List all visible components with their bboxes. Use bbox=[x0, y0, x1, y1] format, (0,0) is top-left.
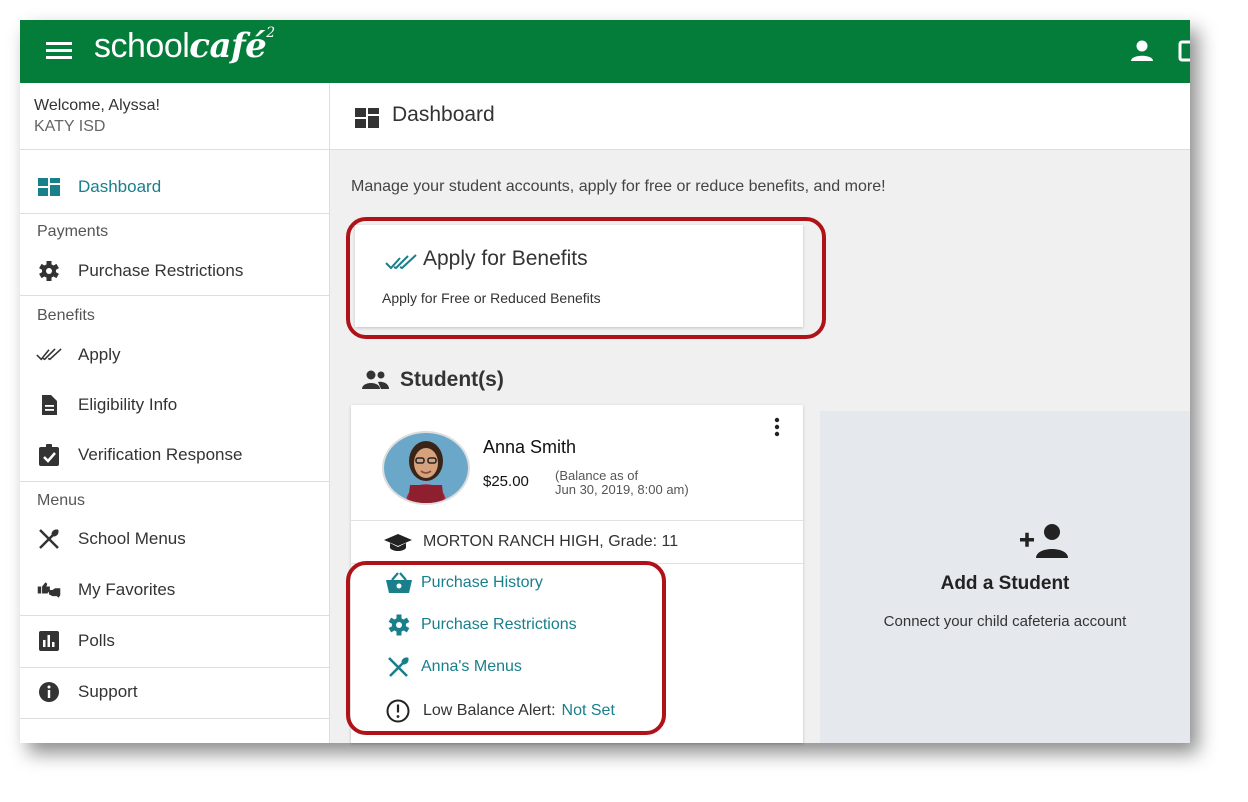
divider bbox=[20, 615, 329, 616]
top-bar: schoolcafé2 bbox=[20, 20, 1190, 83]
double-check-icon bbox=[385, 254, 417, 270]
sidebar-item-my-favorites[interactable]: My Favorites bbox=[20, 570, 329, 610]
student-balance: $25.00 bbox=[483, 473, 529, 490]
sidebar-item-label: My Favorites bbox=[78, 580, 176, 599]
student-card: Anna Smith $25.00 (Balance as of Jun 30,… bbox=[351, 405, 803, 743]
page-header: Dashboard bbox=[330, 83, 1190, 150]
add-student-subtitle: Connect your child cafeteria account bbox=[883, 613, 1127, 630]
sidebar-item-label: Eligibility Info bbox=[78, 395, 178, 414]
brand-text-styled: café bbox=[189, 26, 267, 66]
intro-text: Manage your student accounts, apply for … bbox=[351, 178, 886, 195]
divider bbox=[20, 149, 329, 150]
sidebar-item-purchase-restrictions[interactable]: Purchase Restrictions bbox=[20, 251, 329, 291]
school-info: MORTON RANCH HIGH, Grade: 11 bbox=[423, 533, 679, 550]
section-benefits: Benefits bbox=[37, 307, 95, 324]
card-subtitle: Apply for Free or Reduced Benefits bbox=[382, 290, 601, 306]
poll-icon bbox=[39, 631, 59, 651]
divider bbox=[20, 667, 329, 668]
add-person-icon bbox=[1020, 524, 1068, 558]
divider bbox=[351, 520, 803, 521]
utensils-icon bbox=[388, 657, 409, 677]
link-label: Anna's Menus bbox=[421, 658, 522, 675]
sidebar-item-apply[interactable]: Apply bbox=[20, 335, 329, 375]
sidebar-item-polls[interactable]: Polls bbox=[20, 621, 329, 661]
sidebar-item-label: Support bbox=[78, 682, 138, 701]
kebab-menu-icon[interactable] bbox=[771, 417, 783, 439]
exclamation-circle-icon bbox=[386, 699, 410, 723]
brand-mark: 2 bbox=[266, 24, 275, 41]
sidebar-item-school-menus[interactable]: School Menus bbox=[20, 519, 329, 559]
add-student-card[interactable]: Add a Student Connect your child cafeter… bbox=[820, 411, 1190, 743]
card-title: Apply for Benefits bbox=[423, 247, 588, 270]
basket-icon bbox=[386, 572, 412, 593]
sidebar-item-label: Verification Response bbox=[78, 445, 243, 464]
brand-text: school bbox=[94, 27, 190, 65]
people-icon bbox=[362, 370, 389, 389]
tablet-icon[interactable] bbox=[1178, 39, 1190, 63]
sidebar-item-label: School Menus bbox=[78, 529, 186, 548]
info-icon bbox=[39, 682, 59, 702]
alert-label: Low Balance Alert: bbox=[423, 702, 556, 719]
sidebar-item-dashboard[interactable]: Dashboard bbox=[20, 167, 329, 207]
sidebar-item-eligibility-info[interactable]: Eligibility Info bbox=[20, 385, 329, 425]
page-title: Dashboard bbox=[392, 103, 495, 126]
section-menus: Menus bbox=[37, 492, 86, 509]
divider bbox=[351, 563, 803, 564]
brand-logo[interactable]: schoolcafé2 bbox=[94, 24, 275, 66]
avatar[interactable] bbox=[382, 431, 470, 505]
document-icon bbox=[42, 395, 57, 415]
student-photo bbox=[384, 433, 468, 503]
balance-note: (Balance as of Jun 30, 2019, 8:00 am) bbox=[555, 469, 689, 497]
menu-icon[interactable] bbox=[46, 42, 72, 60]
divider bbox=[20, 213, 329, 214]
student-name: Anna Smith bbox=[483, 437, 577, 457]
user-icon[interactable] bbox=[1128, 39, 1156, 63]
divider bbox=[20, 295, 329, 296]
link-label: Purchase History bbox=[421, 574, 543, 591]
divider bbox=[20, 718, 329, 719]
apply-benefits-card[interactable]: Apply for Benefits Apply for Free or Red… bbox=[355, 225, 803, 327]
balance-note-line: Jun 30, 2019, 8:00 am) bbox=[555, 482, 689, 497]
gear-icon bbox=[388, 614, 410, 636]
gear-icon bbox=[39, 261, 59, 281]
sidebar-item-label: Apply bbox=[78, 345, 121, 364]
students-title: Student(s) bbox=[400, 368, 504, 391]
sidebar-item-label: Polls bbox=[78, 631, 115, 650]
link-label: Purchase Restrictions bbox=[421, 616, 577, 633]
welcome-text: Welcome, Alyssa! bbox=[34, 97, 160, 114]
sidebar-item-label: Dashboard bbox=[78, 177, 162, 196]
section-payments: Payments bbox=[37, 223, 109, 240]
welcome-block: Welcome, Alyssa! KATY ISD bbox=[34, 95, 160, 137]
thumbs-icon bbox=[37, 582, 61, 598]
double-check-icon bbox=[36, 348, 62, 361]
graduation-cap-icon bbox=[384, 534, 412, 551]
sidebar-item-label: Purchase Restrictions bbox=[78, 261, 244, 280]
balance-note-line: (Balance as of bbox=[555, 468, 639, 483]
dashboard-icon bbox=[38, 178, 60, 196]
alert-value-link[interactable]: Not Set bbox=[562, 702, 615, 719]
clipboard-check-icon bbox=[39, 444, 59, 466]
sidebar-item-support[interactable]: Support bbox=[20, 672, 329, 712]
sidebar-item-verification-response[interactable]: Verification Response bbox=[20, 435, 329, 475]
dashboard-icon bbox=[355, 108, 379, 128]
divider bbox=[20, 481, 329, 482]
sidebar: Welcome, Alyssa! KATY ISD Dashboard Paym… bbox=[20, 83, 330, 743]
utensils-icon bbox=[39, 529, 59, 549]
alert-text: Low Balance Alert: Not Set bbox=[423, 702, 615, 720]
district-name: KATY ISD bbox=[34, 118, 106, 135]
add-student-title: Add a Student bbox=[940, 573, 1070, 594]
